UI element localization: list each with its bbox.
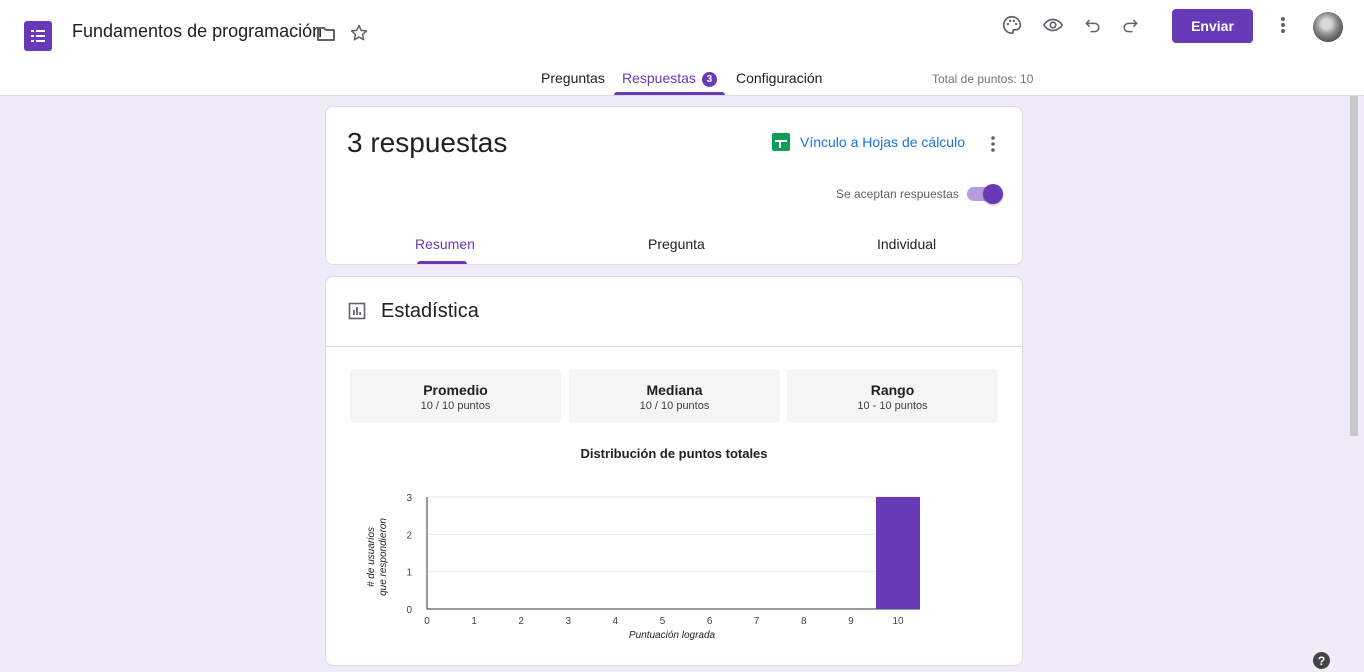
x-tick-label: 1: [471, 616, 477, 627]
x-tick-label: 7: [754, 616, 760, 627]
x-tick-label: 2: [518, 616, 524, 627]
active-subtab-indicator: [417, 261, 467, 264]
preview-eye-icon[interactable]: [1041, 13, 1065, 37]
tab-respuestas[interactable]: Respuestas 3: [622, 70, 717, 87]
send-button[interactable]: Enviar: [1172, 9, 1253, 43]
sheets-icon: [772, 133, 790, 151]
y-tick-label: 2: [406, 530, 412, 541]
subtab-pregunta[interactable]: Pregunta: [648, 236, 705, 252]
accepting-responses-toggle[interactable]: [967, 184, 1003, 204]
responses-summary-card: 3 respuestas Vínculo a Hojas de cálculo …: [325, 106, 1023, 265]
undo-icon[interactable]: [1081, 13, 1105, 37]
more-options-icon[interactable]: [1271, 13, 1295, 37]
sheets-link-label: Vínculo a Hojas de cálculo: [800, 134, 965, 150]
responses-count-title: 3 respuestas: [347, 127, 508, 158]
accepting-responses-label: Se aceptan respuestas: [836, 187, 959, 201]
star-icon[interactable]: [347, 21, 371, 45]
x-tick-label: 10: [892, 616, 904, 627]
folder-icon[interactable]: [314, 22, 338, 46]
points-distribution-chart: Distribución de puntos totales 0 1 2 3 0 1 2 3 4…: [366, 446, 920, 641]
forms-app-icon[interactable]: [24, 21, 52, 51]
x-axis-label: Puntuación lograda: [629, 630, 716, 641]
total-points-label: Total de puntos: 10: [932, 72, 1034, 86]
x-tick-label: 0: [424, 616, 430, 627]
chart-title: Distribución de puntos totales: [580, 446, 767, 461]
x-tick-label: 3: [566, 616, 572, 627]
tab-configuracion[interactable]: Configuración: [736, 70, 822, 86]
responses-count-badge: 3: [701, 72, 717, 87]
x-tick-label: 4: [613, 616, 619, 627]
palette-icon[interactable]: [1000, 13, 1024, 37]
sheets-link[interactable]: Vínculo a Hojas de cálculo: [772, 133, 965, 151]
redo-icon[interactable]: [1118, 13, 1142, 37]
active-tab-indicator: [614, 92, 725, 95]
page-scrollbar[interactable]: [1350, 96, 1364, 672]
tab-respuestas-label: Respuestas: [622, 70, 696, 86]
y-tick-label: 1: [406, 568, 412, 579]
x-tick-label: 6: [707, 616, 713, 627]
statistics-card: Estadística Promedio 10 / 10 puntos Medi…: [325, 276, 1023, 666]
y-axis-label: # de usuariosque respondieron: [366, 518, 389, 596]
x-tick-label: 9: [848, 616, 854, 627]
chart-bar-10[interactable]: [876, 497, 920, 609]
scrollbar-thumb[interactable]: [1350, 96, 1358, 436]
y-tick-label: 3: [406, 493, 412, 504]
app-header: Fundamentos de programación Enviar Pregu…: [0, 0, 1364, 96]
subtab-individual[interactable]: Individual: [877, 236, 936, 252]
tab-preguntas[interactable]: Preguntas: [541, 70, 605, 86]
x-tick-label: 8: [801, 616, 807, 627]
document-title[interactable]: Fundamentos de programación: [72, 21, 322, 42]
toggle-knob: [983, 184, 1003, 204]
subtab-resumen[interactable]: Resumen: [415, 236, 475, 252]
y-tick-label: 0: [406, 605, 412, 616]
help-icon[interactable]: ?: [1313, 652, 1330, 669]
card-more-options-icon[interactable]: [981, 132, 1005, 156]
avatar[interactable]: [1313, 12, 1343, 42]
x-tick-label: 5: [660, 616, 666, 627]
